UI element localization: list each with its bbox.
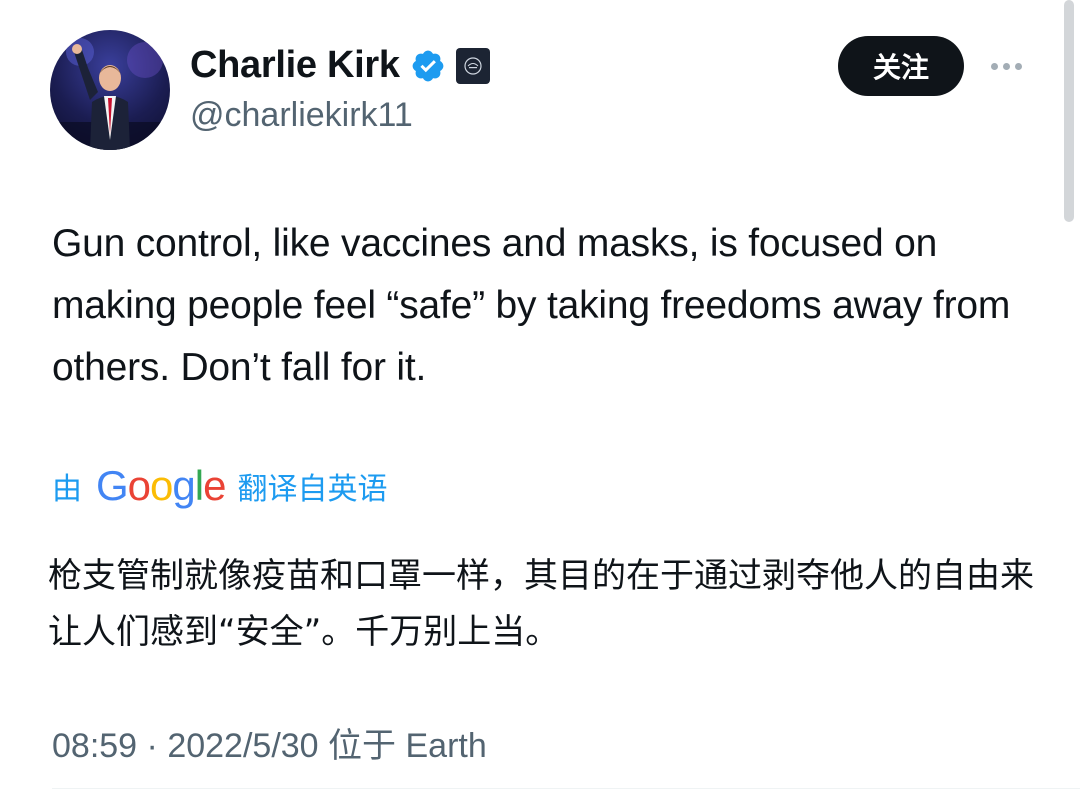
tweet-text: Gun control, like vaccines and masks, is… xyxy=(52,222,1011,389)
more-dot xyxy=(1002,62,1010,70)
tweet-card: Charlie Kirk @charliekirk11 关注 Gun contr… xyxy=(0,0,1080,794)
google-logo: Google xyxy=(96,462,226,509)
divider xyxy=(52,788,1080,789)
location-prefix: 位于 xyxy=(328,726,397,766)
tweet-meta: 08:59 · 2022/5/30 位于 Earth xyxy=(52,718,487,767)
tweet-location: Earth xyxy=(405,727,487,765)
follow-button[interactable]: 关注 xyxy=(838,36,964,96)
tweet-date[interactable]: 2022/5/30 xyxy=(167,727,318,765)
more-dot xyxy=(990,62,998,70)
more-dot xyxy=(1014,62,1022,70)
avatar-photo xyxy=(50,38,170,150)
tweet-time[interactable]: 08:59 xyxy=(52,727,137,765)
translation-prefix: 由 xyxy=(52,472,82,507)
affiliate-badge-icon[interactable] xyxy=(455,47,490,84)
meta-separator: · xyxy=(146,727,158,765)
translation-suffix: 翻译自英语 xyxy=(237,472,388,507)
affiliate-logo-icon xyxy=(464,56,482,75)
author-name-row: Charlie Kirk xyxy=(190,44,490,87)
translated-text: 枪支管制就像疫苗和口罩一样，其目的在于通过剥夺他人的自由来让人们感到“安全”。千… xyxy=(48,556,1034,652)
more-options-icon[interactable] xyxy=(984,50,1028,82)
scrollbar[interactable] xyxy=(1064,0,1074,222)
avatar[interactable] xyxy=(50,30,170,150)
author-handle[interactable]: @charliekirk11 xyxy=(190,96,413,135)
verified-badge-icon[interactable] xyxy=(410,48,446,84)
author-display-name[interactable]: Charlie Kirk xyxy=(190,44,400,87)
translation-attribution[interactable]: 由 Google 翻译自英语 xyxy=(52,462,387,510)
